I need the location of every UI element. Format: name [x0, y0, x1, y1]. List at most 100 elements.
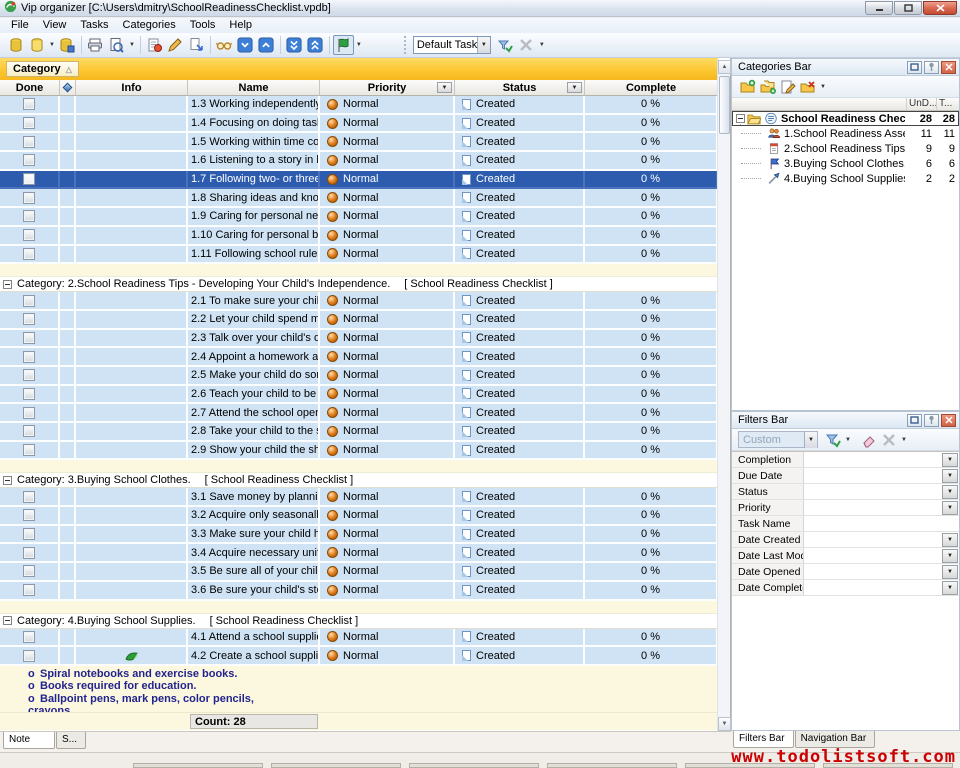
collapse-icon[interactable]	[3, 616, 12, 625]
remove-filter-icon[interactable]	[879, 430, 899, 450]
scrollbar-thumb[interactable]	[719, 76, 730, 134]
column-undone[interactable]: UnD...	[907, 98, 937, 110]
new-category-icon[interactable]	[738, 77, 758, 97]
done-checkbox[interactable]	[23, 332, 35, 344]
done-checkbox[interactable]	[23, 117, 35, 129]
categories-more-dropdown-icon[interactable]: ▼	[820, 84, 826, 90]
done-checkbox[interactable]	[23, 369, 35, 381]
tree-node[interactable]: 4.Buying School Supplies. 2 2	[732, 171, 959, 186]
filter-dropdown-button[interactable]: ▼	[942, 453, 958, 467]
left-tab-note[interactable]: Note	[3, 732, 55, 749]
done-checkbox[interactable]	[23, 491, 35, 503]
filter-value-field[interactable]	[804, 532, 942, 547]
move-to-top-icon[interactable]	[305, 35, 326, 55]
done-checkbox[interactable]	[23, 313, 35, 325]
filter-value-field[interactable]	[804, 548, 942, 563]
filter-dropdown-button[interactable]: ▼	[942, 485, 958, 499]
done-checkbox[interactable]	[23, 229, 35, 241]
scroll-up-button[interactable]: ▲	[718, 60, 731, 74]
task-row[interactable]: 1.8 Sharing ideas and knowledge Normal C…	[0, 189, 718, 208]
task-row[interactable]: 2.7 Attend the school open day Normal Cr…	[0, 404, 718, 423]
category-group-header[interactable]: Category: 4.Buying School Supplies. [ Sc…	[0, 614, 718, 629]
filter-value-field[interactable]	[804, 452, 942, 467]
filter-value-field[interactable]	[804, 500, 942, 515]
move-up-icon[interactable]	[256, 35, 277, 55]
tree-node[interactable]: 3.Buying School Clothes. 6 6	[732, 156, 959, 171]
categories-close-icon[interactable]	[941, 61, 956, 74]
task-row[interactable]: 1.6 Listening to a story in large and No…	[0, 152, 718, 171]
done-checkbox[interactable]	[23, 509, 35, 521]
move-down-icon[interactable]	[235, 35, 256, 55]
filter-value-field[interactable]	[804, 564, 942, 579]
view-glasses-icon[interactable]	[214, 35, 235, 55]
done-checkbox[interactable]	[23, 98, 35, 110]
done-checkbox[interactable]	[23, 425, 35, 437]
done-checkbox[interactable]	[23, 248, 35, 260]
task-row[interactable]: 4.2 Create a school supplies list. Norma…	[0, 647, 718, 666]
vertical-scrollbar[interactable]: ▲ ▼	[717, 60, 730, 731]
task-row[interactable]: 2.4 Appoint a homework area in Normal Cr…	[0, 348, 718, 367]
task-row[interactable]: 1.5 Working within time constraint. Norm…	[0, 133, 718, 152]
edit-category-icon[interactable]	[778, 77, 798, 97]
done-checkbox[interactable]	[23, 210, 35, 222]
done-checkbox[interactable]	[23, 136, 35, 148]
column-status[interactable]: Status▼	[455, 80, 585, 96]
task-row[interactable]: 3.5 Be sure all of your child's new Norm…	[0, 563, 718, 582]
close-button[interactable]	[923, 1, 957, 15]
task-row[interactable]: 4.1 Attend a school supplies shop Normal…	[0, 629, 718, 648]
task-row[interactable]: 2.3 Talk over your child's day. By Norma…	[0, 330, 718, 349]
column-priority-flag[interactable]	[60, 80, 76, 96]
filters-close-icon[interactable]	[941, 414, 956, 427]
done-checkbox[interactable]	[23, 444, 35, 456]
task-row[interactable]: 1.11 Following school rules, Normal Crea…	[0, 246, 718, 265]
print-preview-icon[interactable]	[106, 35, 127, 55]
menu-view[interactable]: View	[36, 18, 74, 33]
flag-view-icon[interactable]	[333, 35, 354, 55]
task-row[interactable]: 1.3 Working independently and Normal Cre…	[0, 96, 718, 115]
filter-preset-combo[interactable]: Custom ▼	[738, 431, 818, 448]
filter-dropdown-button[interactable]: ▼	[942, 469, 958, 483]
done-checkbox[interactable]	[23, 547, 35, 559]
filter-value-field[interactable]	[804, 484, 942, 499]
menu-file[interactable]: File	[4, 18, 36, 33]
done-checkbox[interactable]	[23, 565, 35, 577]
minimize-button[interactable]	[865, 1, 893, 15]
column-info[interactable]: Info	[76, 80, 188, 96]
menu-tasks[interactable]: Tasks	[73, 18, 115, 33]
done-checkbox[interactable]	[23, 631, 35, 643]
column-name[interactable]: Name	[188, 80, 320, 96]
priority-filter-dropdown[interactable]: ▼	[437, 82, 452, 93]
group-category-button[interactable]: Category △	[6, 61, 79, 77]
maximize-button[interactable]	[894, 1, 922, 15]
task-row[interactable]: 1.10 Caring for personal belongings. Nor…	[0, 227, 718, 246]
done-checkbox[interactable]	[23, 295, 35, 307]
task-row[interactable]: 1.4 Focusing on doing tasks, Normal Crea…	[0, 115, 718, 134]
tree-node[interactable]: 1.School Readiness Assessme 11 11	[732, 126, 959, 141]
task-row[interactable]: 1.9 Caring for personal needs. Normal Cr…	[0, 208, 718, 227]
open-dropdown-icon[interactable]: ▼	[49, 42, 55, 48]
filter-value-field[interactable]	[804, 580, 942, 595]
menu-categories[interactable]: Categories	[116, 18, 183, 33]
task-row[interactable]: 1.7 Following two- or three-step oral No…	[0, 171, 718, 190]
filter-dropdown-button[interactable]: ▼	[942, 565, 958, 579]
done-checkbox[interactable]	[23, 407, 35, 419]
edit-task-icon[interactable]	[165, 35, 186, 55]
done-checkbox[interactable]	[23, 388, 35, 400]
filter-dropdown-button[interactable]: ▼	[942, 501, 958, 515]
filter-preset-dropdown-icon[interactable]: ▼	[804, 432, 817, 448]
menu-tools[interactable]: Tools	[183, 18, 223, 33]
filter-dropdown-button[interactable]: ▼	[942, 549, 958, 563]
duplicate-task-icon[interactable]	[186, 35, 207, 55]
view-more-dropdown-icon[interactable]: ▼	[539, 42, 545, 48]
task-row[interactable]: 3.6 Be sure your child's stock of Normal…	[0, 582, 718, 601]
filters-more-dropdown-icon[interactable]: ▼	[901, 437, 907, 443]
panel-tab-navigation-bar[interactable]: Navigation Bar	[795, 731, 876, 748]
tree-node[interactable]: 2.School Readiness Tips - Dev 9 9	[732, 141, 959, 156]
task-row[interactable]: 3.1 Save money by planning your Normal C…	[0, 488, 718, 507]
new-task-icon[interactable]	[144, 35, 165, 55]
done-checkbox[interactable]	[23, 650, 35, 662]
task-row[interactable]: 2.9 Show your child the shortest Normal …	[0, 442, 718, 461]
task-row[interactable]: 2.8 Take your child to the school Normal…	[0, 423, 718, 442]
panel-tab-filters-bar[interactable]: Filters Bar	[733, 731, 794, 748]
task-row[interactable]: 2.2 Let your child spend more time Norma…	[0, 311, 718, 330]
